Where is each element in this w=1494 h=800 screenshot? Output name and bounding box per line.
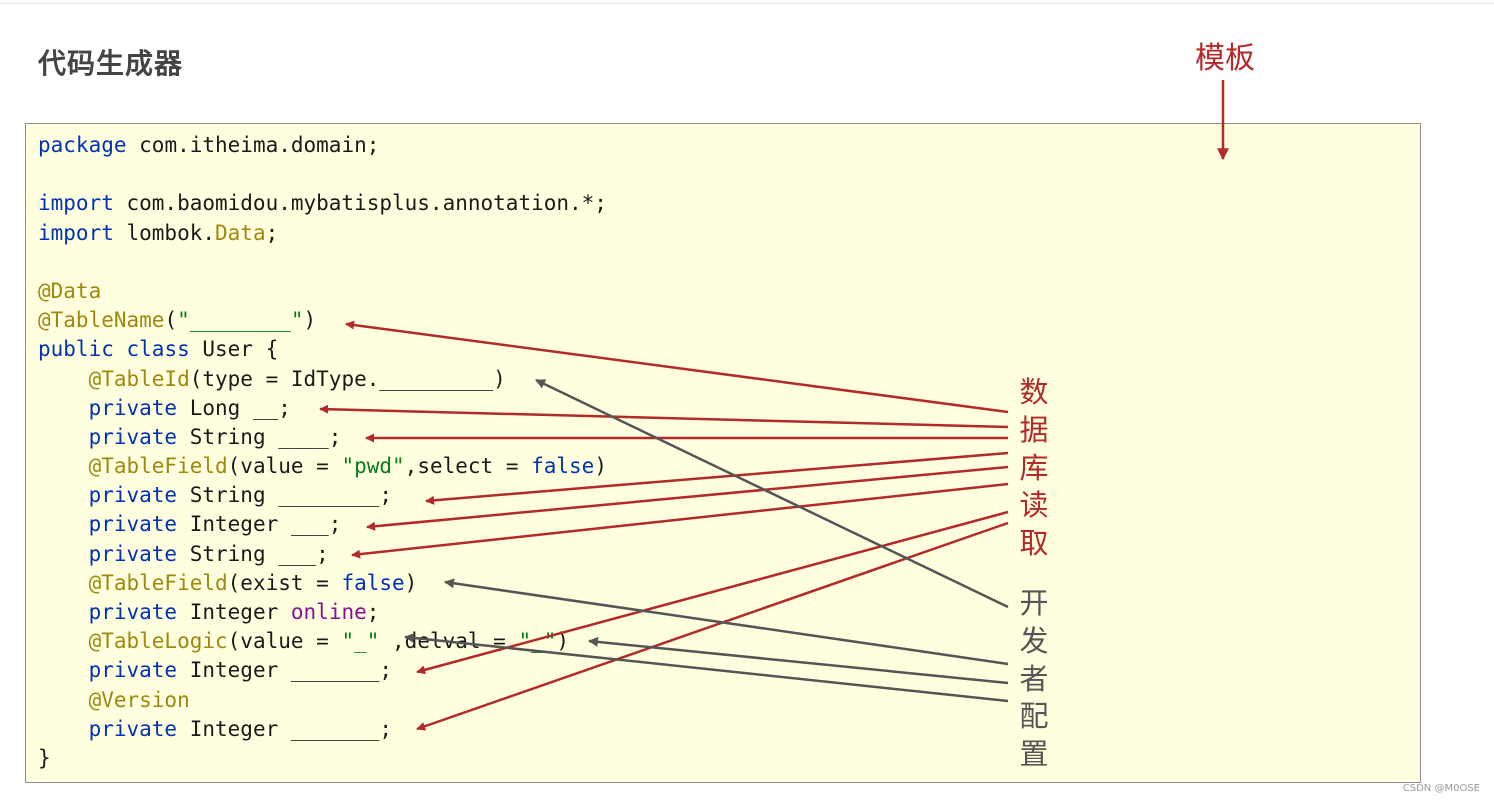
db-arrow-id: [319, 404, 1009, 429]
dev-arrow-exist: [444, 578, 1009, 666]
dev-arrow-value: [404, 632, 1009, 703]
annotation-arrows: [319, 80, 1229, 731]
watermark: CSDN @M0OSE: [1402, 783, 1480, 794]
db-arrow-version: [416, 521, 1009, 731]
db-arrow-tablename: [345, 320, 1009, 414]
dev-arrow-idtype: [535, 378, 1009, 609]
